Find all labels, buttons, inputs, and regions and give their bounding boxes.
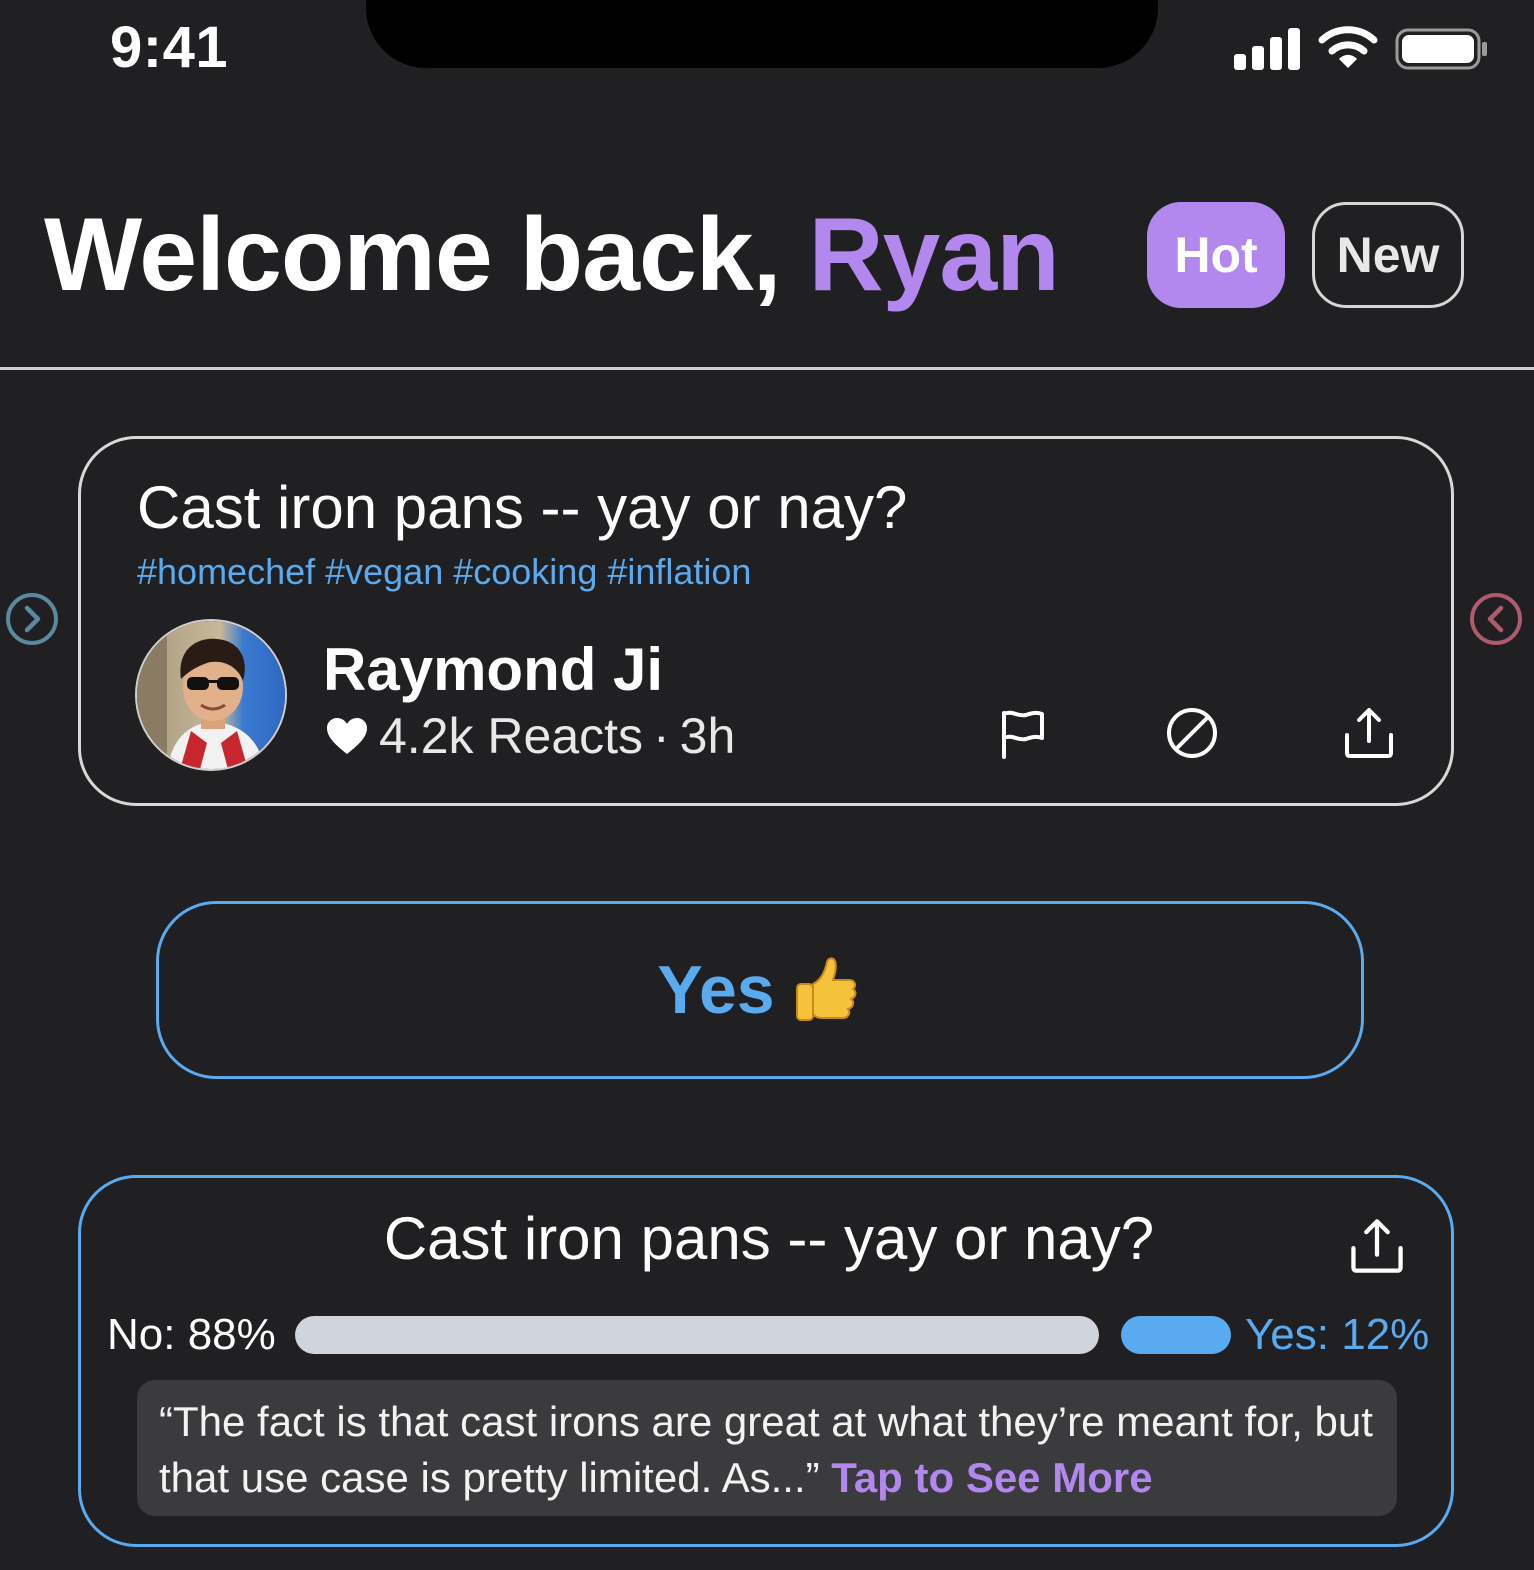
results-title: Cast iron pans -- yay or nay? <box>383 1205 1155 1272</box>
block-icon[interactable] <box>1164 705 1220 761</box>
wifi-icon <box>1318 26 1378 68</box>
device-notch <box>366 0 1158 68</box>
share-icon[interactable] <box>1347 1216 1407 1276</box>
see-more-link[interactable]: Tap to See More <box>831 1454 1152 1501</box>
meta-separator: · <box>653 708 670 764</box>
previous-arrow-icon[interactable] <box>1469 592 1523 646</box>
yes-result-bar <box>1121 1316 1231 1354</box>
status-time: 9:41 <box>110 15 229 80</box>
heart-icon[interactable] <box>325 716 369 756</box>
vote-yes-label: Yes <box>657 952 775 1028</box>
no-percentage-label: No: 88% <box>107 1310 276 1359</box>
quote-text: “The fact is that cast irons are great a… <box>159 1398 1373 1501</box>
no-result-bar <box>295 1316 1099 1354</box>
avatar-photo <box>137 621 285 769</box>
yes-percentage-label: Yes: 12% <box>1245 1310 1430 1359</box>
post-meta: 4.2k Reacts · 3h <box>325 707 735 765</box>
avatar[interactable] <box>135 619 287 771</box>
cellular-signal-icon <box>1234 28 1302 70</box>
tab-new[interactable]: New <box>1312 202 1464 308</box>
post-hashtags[interactable]: #homechef #vegan #cooking #inflation <box>137 551 751 593</box>
tab-hot[interactable]: Hot <box>1147 202 1285 308</box>
thumbs-up-icon <box>795 957 857 1021</box>
post-card[interactable]: Cast iron pans -- yay or nay? #homechef … <box>78 436 1454 806</box>
share-icon[interactable] <box>1341 705 1397 761</box>
greeting-prefix: Welcome back, <box>44 197 809 313</box>
author-name[interactable]: Raymond Ji <box>323 635 663 704</box>
post-title: Cast iron pans -- yay or nay? <box>137 474 908 541</box>
user-name: Ryan <box>808 197 1059 313</box>
header-divider <box>0 367 1534 370</box>
page-title: Welcome back, Ryan <box>44 196 1060 315</box>
quote-preview[interactable]: “The fact is that cast irons are great a… <box>137 1380 1397 1516</box>
reacts-count: 4.2k Reacts <box>379 708 644 764</box>
next-arrow-icon[interactable] <box>5 592 59 646</box>
flag-icon[interactable] <box>994 705 1050 761</box>
results-card[interactable]: Cast iron pans -- yay or nay? No: 88% Ye… <box>78 1175 1454 1547</box>
post-age: 3h <box>679 708 736 764</box>
battery-icon <box>1395 28 1487 70</box>
vote-yes-button[interactable]: Yes <box>156 901 1364 1079</box>
